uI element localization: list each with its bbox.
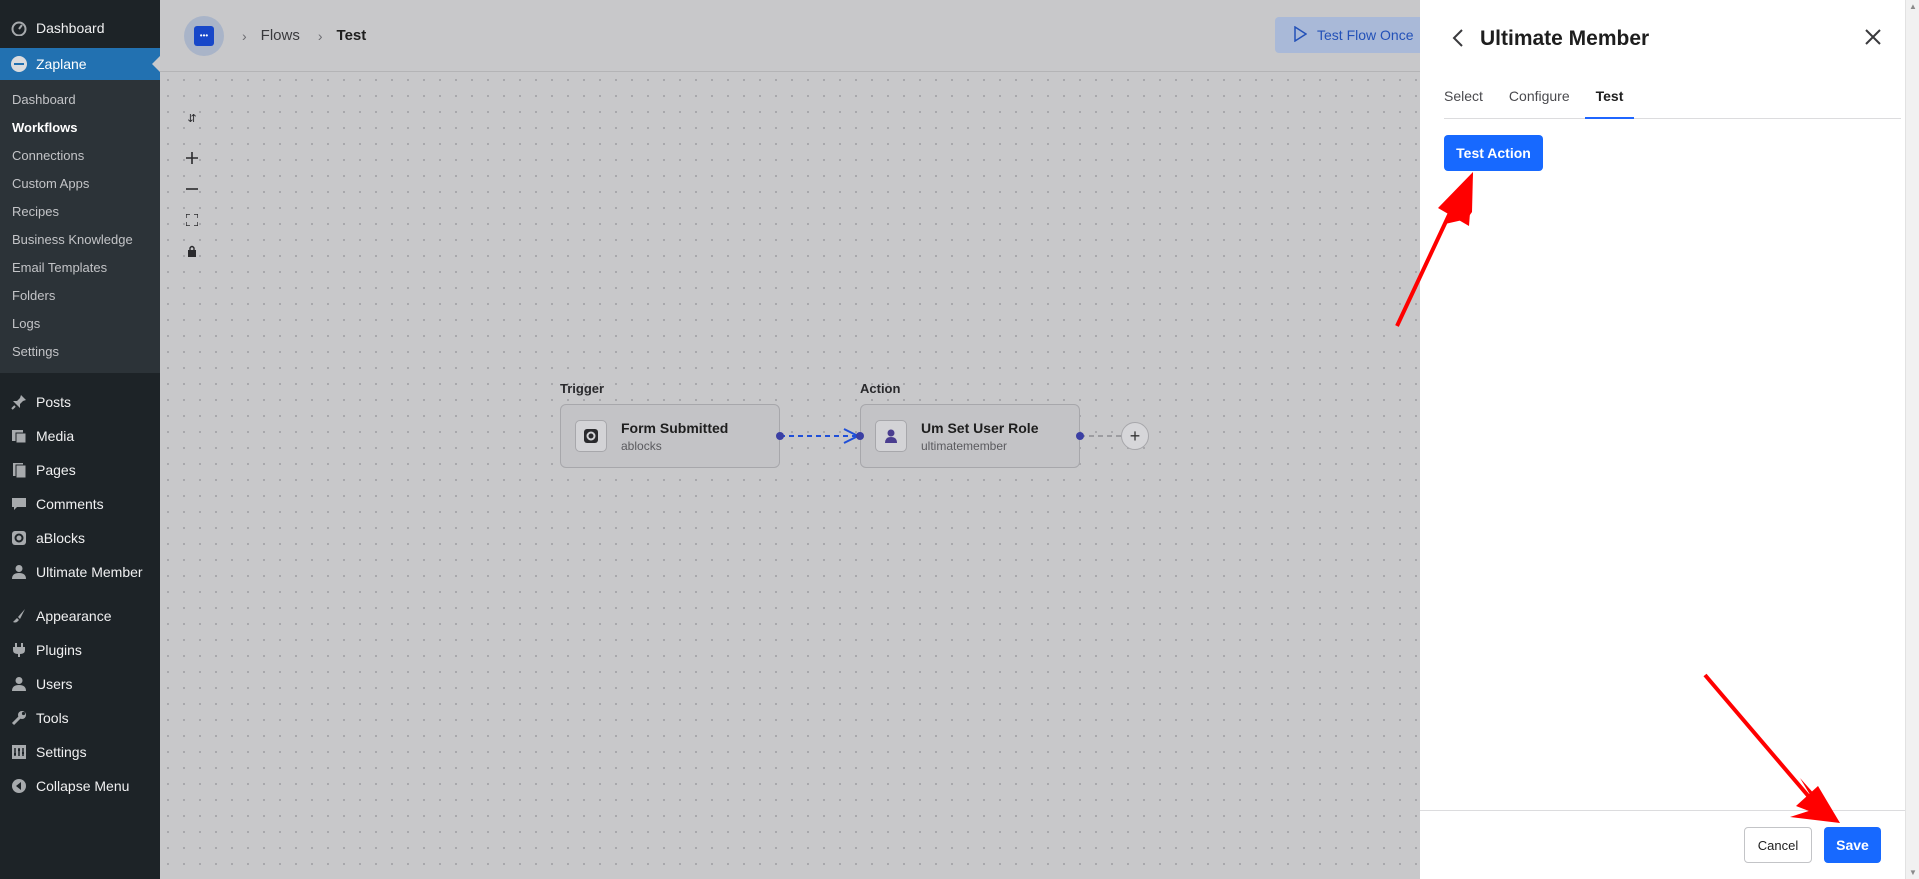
wp-menu-label: Tools — [36, 710, 69, 726]
wp-menu-label: Zaplane — [36, 56, 87, 72]
wp-menu-label: Media — [36, 428, 75, 444]
submenu-item-business-knowledge[interactable]: Business Knowledge — [0, 226, 160, 254]
user-icon — [10, 563, 28, 581]
wp-menu-collapse[interactable]: Collapse Menu — [0, 769, 160, 803]
plugin-icon — [10, 641, 28, 659]
wp-menu-settings[interactable]: Settings — [0, 735, 160, 769]
zaplane-icon — [10, 55, 28, 73]
submenu-item-custom-apps[interactable]: Custom Apps — [0, 170, 160, 198]
test-flow-once-label: Test Flow Once — [1317, 27, 1414, 43]
logo-icon: ••• — [194, 25, 214, 46]
submenu-item-email-templates[interactable]: Email Templates — [0, 254, 160, 282]
pages-icon — [10, 461, 28, 479]
test-action-button[interactable]: Test Action — [1444, 135, 1543, 171]
step-config-panel: Ultimate Member Select Configure Test Te… — [1420, 0, 1905, 879]
comments-icon — [10, 495, 28, 513]
wp-menu-label: Appearance — [36, 608, 112, 624]
settings-icon — [10, 743, 28, 761]
panel-title: Ultimate Member — [1480, 27, 1650, 50]
wp-admin-sidebar: Dashboard Zaplane Dashboard Workflows Co… — [0, 0, 160, 879]
breadcrumb-current: Test — [336, 27, 367, 44]
chevron-left-icon[interactable] — [1446, 24, 1470, 52]
breadcrumb-flows[interactable]: Flows — [261, 27, 300, 44]
wrench-icon — [10, 709, 28, 727]
zaplane-logo[interactable]: ••• — [184, 15, 224, 56]
flow-editor-topbar: ••• › Flows › Test Test Flow Once — [160, 0, 1420, 72]
wp-menu-dashboard[interactable]: Dashboard — [0, 14, 160, 42]
tab-configure[interactable]: Configure — [1509, 84, 1570, 119]
action-input-port[interactable] — [856, 432, 864, 440]
close-icon[interactable] — [1865, 24, 1881, 52]
plus-icon: + — [1129, 425, 1141, 446]
wp-menu-ultimate-member[interactable]: Ultimate Member — [0, 555, 160, 589]
submenu-item-folders[interactable]: Folders — [0, 282, 160, 310]
submenu-item-recipes[interactable]: Recipes — [0, 198, 160, 226]
trigger-output-port[interactable] — [776, 432, 784, 440]
wp-menu-label: Posts — [36, 394, 72, 410]
brush-icon — [10, 607, 28, 625]
ablocks-icon — [10, 529, 28, 547]
wp-menu-label: Ultimate Member — [36, 564, 143, 580]
collapse-icon — [10, 777, 28, 795]
submenu-item-workflows[interactable]: Workflows — [0, 114, 160, 142]
scroll-up-icon[interactable]: ▲ — [1909, 2, 1917, 11]
wp-menu-label: aBlocks — [36, 530, 86, 546]
tab-select[interactable]: Select — [1444, 84, 1483, 119]
wp-menu-label: Comments — [36, 496, 104, 512]
wp-menu-label: Plugins — [36, 642, 82, 658]
chevron-right-icon: › — [317, 27, 323, 44]
wp-menu-users[interactable]: Users — [0, 667, 160, 701]
test-flow-once-button[interactable]: Test Flow Once — [1275, 17, 1420, 53]
submenu-item-logs[interactable]: Logs — [0, 310, 160, 338]
pin-icon — [10, 393, 28, 411]
dashboard-icon — [10, 19, 28, 37]
submenu-item-dashboard[interactable]: Dashboard — [0, 86, 160, 114]
wp-menu-tools[interactable]: Tools — [0, 701, 160, 735]
wp-menu-label: Collapse Menu — [36, 778, 130, 794]
wp-menu-plugins[interactable]: Plugins — [0, 633, 160, 667]
flow-canvas[interactable]: ⇵ Trigger Action Form Submitted ablocks … — [160, 72, 1420, 879]
wp-menu-label: Users — [36, 676, 73, 692]
wp-menu-separator — [0, 589, 160, 599]
wp-menu-label: Settings — [36, 744, 87, 760]
action-output-port[interactable] — [1076, 432, 1084, 440]
wp-menu-pages[interactable]: Pages — [0, 453, 160, 487]
wp-menu-posts[interactable]: Posts — [0, 385, 160, 419]
wp-menu-media[interactable]: Media — [0, 419, 160, 453]
submenu-item-settings[interactable]: Settings — [0, 338, 160, 366]
edge-layer — [780, 428, 1125, 444]
wp-menu-appearance[interactable]: Appearance — [0, 599, 160, 633]
wp-menu-group: Posts Media Pages Comments aBlocks Ultim… — [0, 373, 160, 803]
tab-test[interactable]: Test — [1584, 84, 1635, 119]
panel-footer: Cancel Save — [1420, 810, 1905, 879]
panel-header: Ultimate Member — [1420, 0, 1905, 76]
chevron-right-icon: › — [242, 27, 247, 44]
wp-menu-label: Pages — [36, 462, 76, 478]
add-step-button[interactable]: + — [1121, 422, 1149, 450]
page-scrollbar[interactable]: ▲ ▼ — [1905, 0, 1919, 879]
scroll-down-icon[interactable]: ▼ — [1909, 868, 1917, 877]
save-button[interactable]: Save — [1824, 827, 1881, 863]
wp-menu-zaplane[interactable]: Zaplane — [0, 48, 160, 80]
play-icon — [1293, 25, 1308, 45]
cancel-button[interactable]: Cancel — [1744, 827, 1812, 863]
media-icon — [10, 427, 28, 445]
wp-menu-ablocks[interactable]: aBlocks — [0, 521, 160, 555]
wp-menu-label: Dashboard — [36, 20, 105, 36]
submenu-item-connections[interactable]: Connections — [0, 142, 160, 170]
zaplane-submenu: Dashboard Workflows Connections Custom A… — [0, 80, 160, 373]
user-icon — [10, 675, 28, 693]
wp-menu-comments[interactable]: Comments — [0, 487, 160, 521]
panel-tabs: Select Configure Test — [1444, 84, 1901, 119]
